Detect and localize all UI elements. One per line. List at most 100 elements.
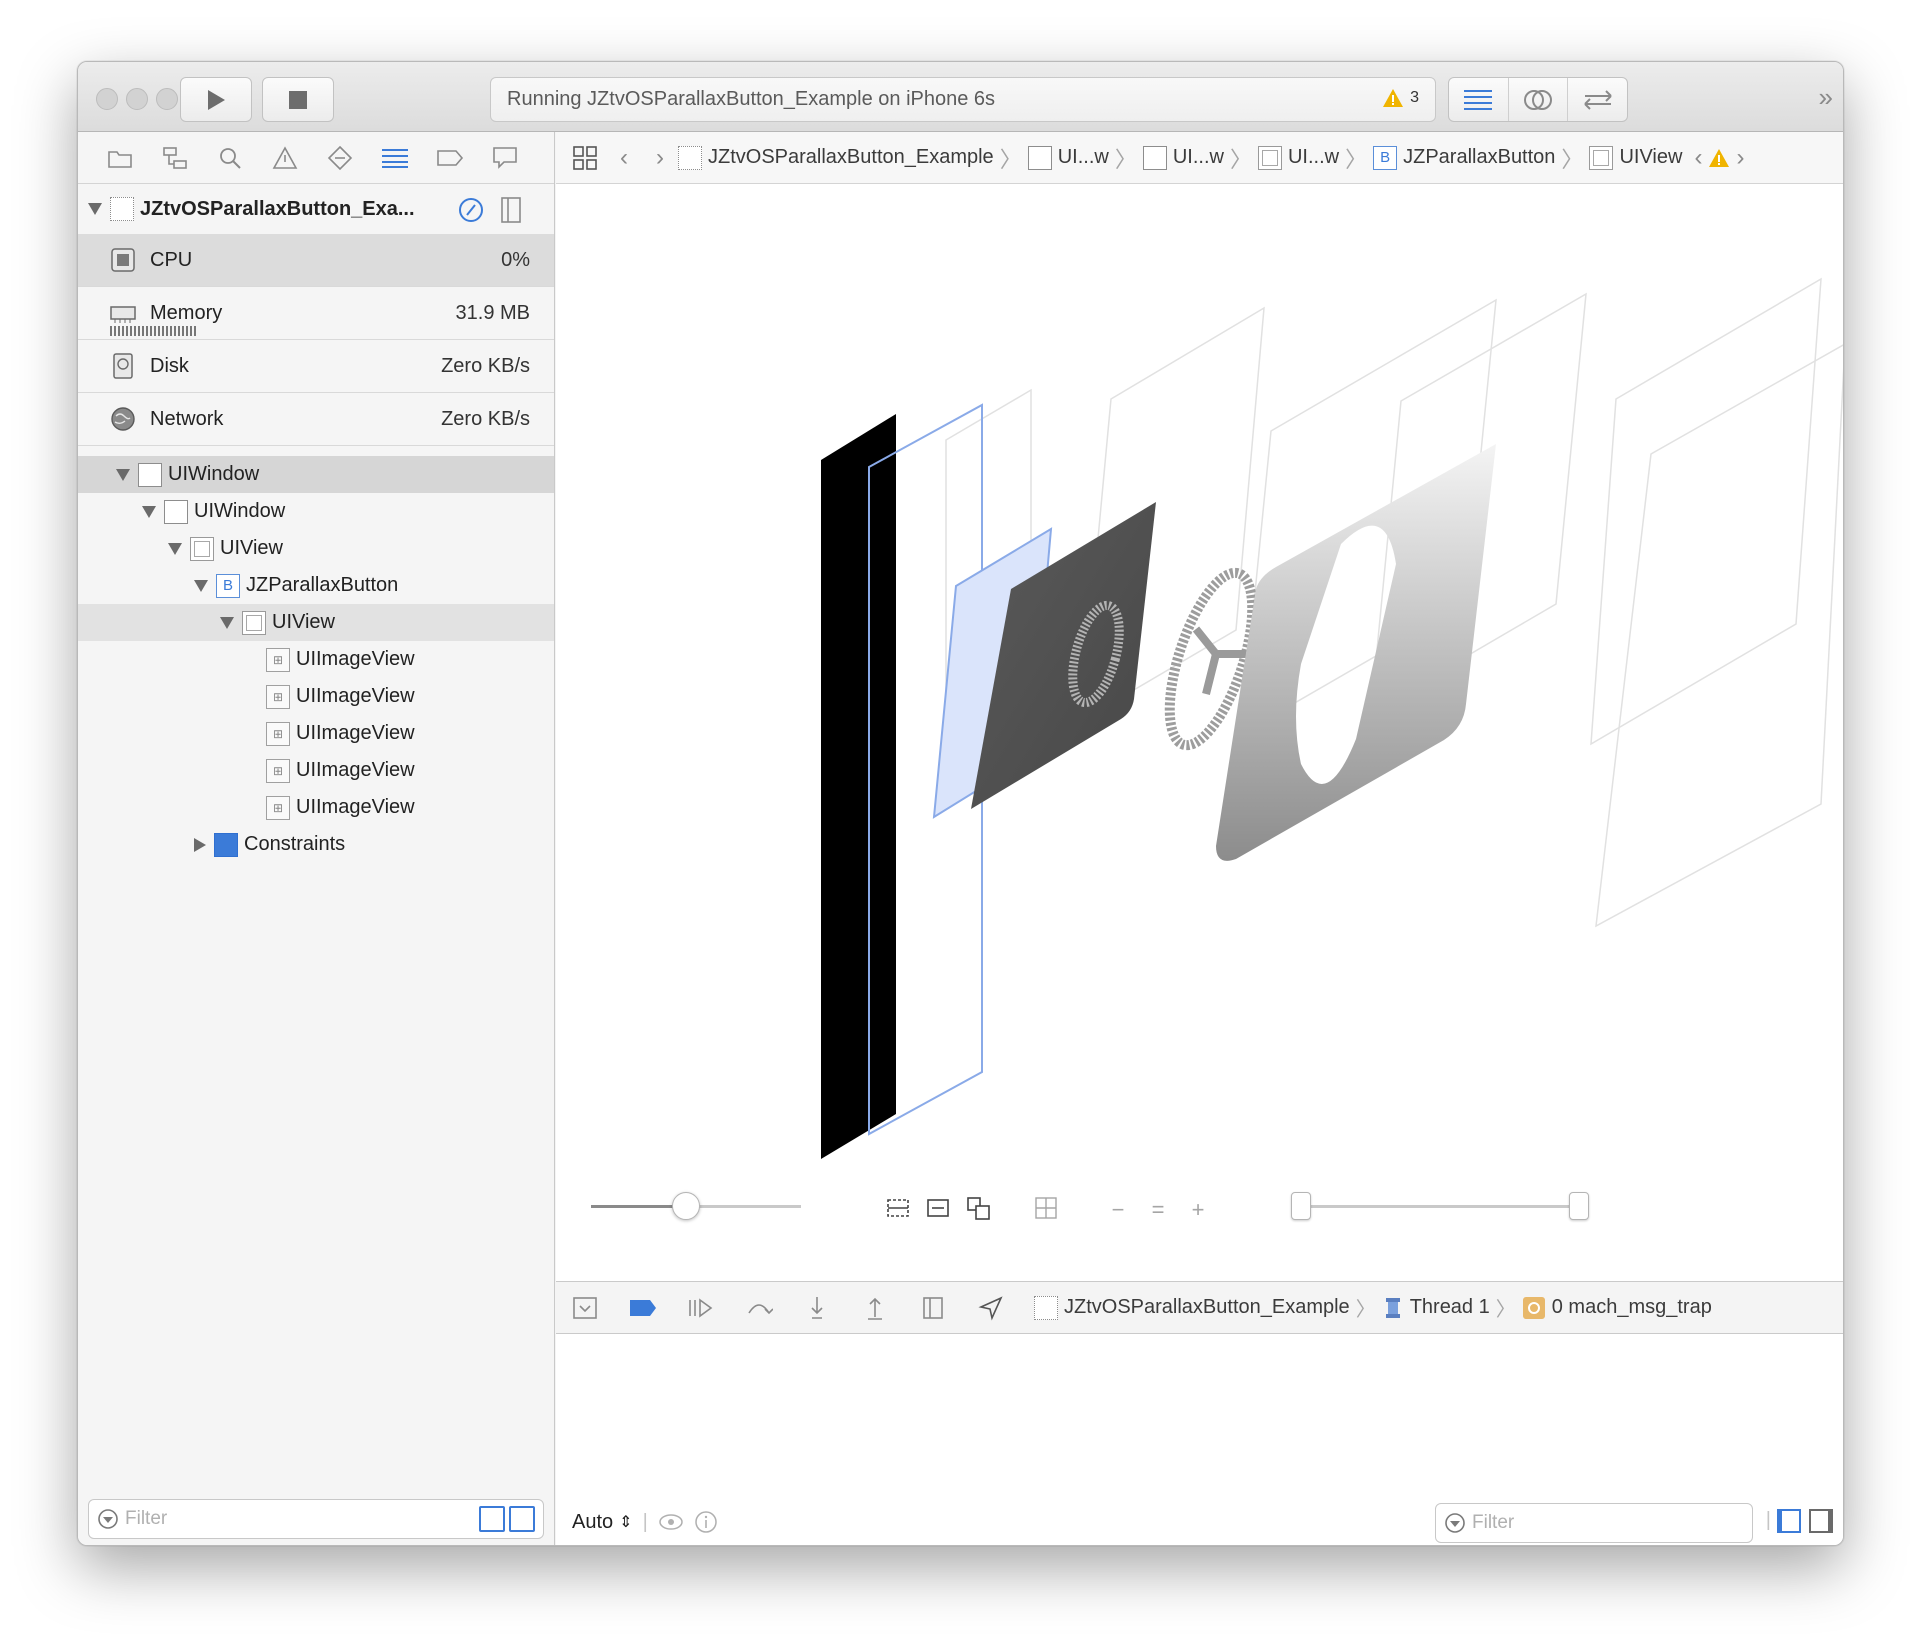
- activity-viewer[interactable]: Running JZtvOSParallaxButton_Example on …: [490, 77, 1436, 122]
- zoom-in-icon[interactable]: +: [1184, 1196, 1212, 1224]
- hide-debug-area-icon[interactable]: [570, 1293, 600, 1323]
- toolbar-overflow-icon[interactable]: »: [1819, 82, 1833, 113]
- step-over-icon[interactable]: [744, 1293, 774, 1323]
- tree-row-uiview[interactable]: UIView: [78, 530, 554, 567]
- disclosure-open-icon[interactable]: [116, 468, 130, 481]
- back-arrow-icon[interactable]: ‹: [620, 144, 628, 172]
- info-icon[interactable]: [694, 1510, 718, 1534]
- show-hierarchy-toggle-icon[interactable]: [479, 1506, 505, 1532]
- tree-row-uiimageview[interactable]: ⊞ UIImageView: [78, 715, 554, 752]
- disk-drive-icon: [113, 353, 133, 379]
- zoom-out-icon[interactable]: −: [1104, 1196, 1132, 1224]
- folder-icon[interactable]: [104, 142, 136, 174]
- debug-console[interactable]: Auto ⇕ | Filter |: [556, 1334, 1843, 1545]
- stop-button[interactable]: [262, 77, 334, 122]
- exploded-view-hierarchy[interactable]: [556, 184, 1844, 1184]
- gauge-disk[interactable]: Disk Zero KB/s: [78, 340, 554, 393]
- run-button[interactable]: [180, 77, 252, 122]
- issue-warning-icon[interactable]: [269, 142, 301, 174]
- search-icon[interactable]: [214, 142, 246, 174]
- view-node-icon: [190, 536, 214, 561]
- tree-row-jzparallaxbutton[interactable]: B JZParallaxButton: [78, 567, 554, 604]
- debug-view-hierarchy-icon[interactable]: [918, 1293, 948, 1323]
- standard-editor-button[interactable]: [1449, 78, 1509, 121]
- gauge-network[interactable]: Network Zero KB/s: [78, 393, 554, 446]
- jumpbar-item[interactable]: UI...w: [1142, 145, 1224, 170]
- clip-contents-icon[interactable]: [886, 1196, 914, 1224]
- previous-issue-icon[interactable]: ‹: [1694, 144, 1702, 172]
- tree-row-uiwindow-root[interactable]: UIWindow: [78, 456, 554, 493]
- show-console-toggle-icon[interactable]: [1809, 1509, 1833, 1533]
- console-filter-field[interactable]: Filter: [1435, 1503, 1753, 1543]
- gauge-memory[interactable]: Memory 31.9 MB: [78, 287, 554, 340]
- zoom-actual-icon[interactable]: =: [1144, 1196, 1172, 1224]
- device-icon[interactable]: [498, 196, 524, 224]
- disclosure-closed-icon[interactable]: [194, 837, 206, 852]
- forward-arrow-icon[interactable]: ›: [656, 144, 664, 172]
- tree-row-label: UIImageView: [296, 722, 415, 744]
- zoom-window-button[interactable]: [156, 88, 178, 110]
- minimize-window-button[interactable]: [126, 88, 148, 110]
- version-editor-button[interactable]: [1568, 78, 1627, 121]
- tree-row-uiview-inner[interactable]: UIView: [78, 604, 554, 641]
- view-debugger-canvas[interactable]: − = +: [556, 184, 1844, 1281]
- navigator-filter-field[interactable]: Filter: [88, 1499, 544, 1539]
- range-slider-start-knob[interactable]: [1291, 1192, 1311, 1220]
- range-slider-end-knob[interactable]: [1569, 1192, 1589, 1220]
- hierarchy-icon[interactable]: [159, 142, 191, 174]
- spacing-slider-knob[interactable]: [671, 1192, 700, 1220]
- jumpbar-item[interactable]: UI...w: [1027, 145, 1109, 170]
- image-layer-plate[interactable]: [1216, 444, 1496, 861]
- warning-count: 3: [1410, 89, 1419, 106]
- show-variables-toggle-icon[interactable]: [1777, 1509, 1801, 1533]
- debug-thread[interactable]: Thread 1: [1382, 1296, 1490, 1320]
- process-header[interactable]: JZtvOSParallaxButton_Exa...: [78, 184, 554, 234]
- disclosure-open-icon[interactable]: [220, 616, 234, 629]
- editor-mode-segmented[interactable]: [1448, 77, 1628, 122]
- gauge-compass-icon[interactable]: [458, 197, 484, 223]
- next-issue-icon[interactable]: ›: [1736, 144, 1744, 172]
- disclosure-open-icon[interactable]: [194, 579, 208, 592]
- console-mode-select[interactable]: Auto: [572, 1511, 613, 1534]
- jumpbar-item[interactable]: UI...w: [1257, 145, 1339, 170]
- debug-frame[interactable]: 0 mach_msg_trap: [1522, 1296, 1712, 1320]
- test-diamond-icon[interactable]: [324, 142, 356, 174]
- continue-icon[interactable]: [686, 1293, 716, 1323]
- disclosure-open-icon[interactable]: [142, 505, 156, 518]
- report-bubble-icon[interactable]: [489, 142, 521, 174]
- step-into-icon[interactable]: [802, 1293, 832, 1323]
- eye-icon[interactable]: [658, 1512, 684, 1532]
- debug-gauge-icon[interactable]: [379, 142, 411, 174]
- tree-row-uiwindow[interactable]: UIWindow: [78, 493, 554, 530]
- breakpoint-icon[interactable]: [434, 142, 466, 174]
- jumpbar-item[interactable]: UIView: [1589, 145, 1682, 170]
- jumpbar-item[interactable]: B JZParallaxButton: [1373, 145, 1555, 170]
- assistant-editor-button[interactable]: [1509, 78, 1569, 121]
- disclosure-open-icon[interactable]: [88, 203, 102, 215]
- uiwindow-layer[interactable]: [821, 414, 896, 1159]
- step-out-icon[interactable]: [860, 1293, 890, 1323]
- close-window-button[interactable]: [96, 88, 118, 110]
- tree-row-uiimageview[interactable]: ⊞ UIImageView: [78, 641, 554, 678]
- console-mode-chevron-icon[interactable]: ⇕: [619, 1512, 632, 1532]
- breakpoints-toggle-icon[interactable]: [628, 1293, 658, 1323]
- warning-icon[interactable]: [1708, 148, 1730, 168]
- show-views-toggle-icon[interactable]: [509, 1506, 535, 1532]
- tree-row-constraints[interactable]: Constraints: [78, 826, 554, 863]
- show-constraints-icon[interactable]: [926, 1196, 954, 1224]
- stop-icon: [289, 90, 307, 109]
- range-slider-track[interactable]: [1301, 1205, 1579, 1208]
- gauge-cpu[interactable]: CPU 0%: [78, 234, 554, 287]
- disclosure-open-icon[interactable]: [168, 542, 182, 555]
- warning-indicator[interactable]: 3: [1382, 88, 1419, 108]
- tree-row-uiimageview[interactable]: ⊞ UIImageView: [78, 789, 554, 826]
- tree-row-uiimageview[interactable]: ⊞ UIImageView: [78, 752, 554, 789]
- orient-3d-icon[interactable]: [1034, 1196, 1062, 1224]
- tree-row-uiimageview[interactable]: ⊞ UIImageView: [78, 678, 554, 715]
- image-node-icon: ⊞: [266, 721, 290, 746]
- jumpbar-item[interactable]: JZtvOSParallaxButton_Example: [678, 145, 994, 170]
- wireframe-mode-icon[interactable]: [966, 1196, 994, 1224]
- debug-target[interactable]: JZtvOSParallaxButton_Example: [1034, 1295, 1350, 1320]
- related-items-grid-icon[interactable]: [572, 145, 598, 171]
- simulate-location-icon[interactable]: [976, 1293, 1006, 1323]
